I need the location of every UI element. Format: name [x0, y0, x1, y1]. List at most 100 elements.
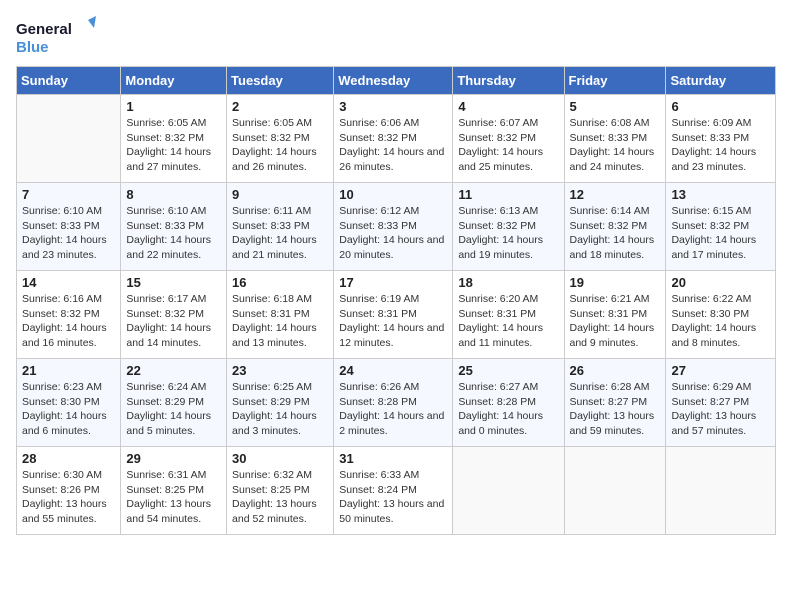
- weekday-header-friday: Friday: [564, 67, 666, 95]
- daylight: Daylight: 13 hours and 52 minutes.: [232, 498, 317, 525]
- daylight: Daylight: 14 hours and 18 minutes.: [570, 234, 655, 261]
- calendar-cell: 23 Sunrise: 6:25 AM Sunset: 8:29 PM Dayl…: [227, 359, 334, 447]
- day-number: 22: [126, 363, 221, 378]
- sunrise: Sunrise: 6:08 AM: [570, 117, 650, 129]
- day-number: 5: [570, 99, 661, 114]
- sunrise: Sunrise: 6:26 AM: [339, 381, 419, 393]
- day-info: Sunrise: 6:17 AM Sunset: 8:32 PM Dayligh…: [126, 292, 221, 351]
- day-number: 1: [126, 99, 221, 114]
- sunrise: Sunrise: 6:21 AM: [570, 293, 650, 305]
- day-info: Sunrise: 6:10 AM Sunset: 8:33 PM Dayligh…: [22, 204, 115, 263]
- day-info: Sunrise: 6:09 AM Sunset: 8:33 PM Dayligh…: [671, 116, 770, 175]
- day-number: 10: [339, 187, 447, 202]
- day-number: 19: [570, 275, 661, 290]
- calendar-week-5: 28 Sunrise: 6:30 AM Sunset: 8:26 PM Dayl…: [17, 447, 776, 535]
- logo-svg: General Blue: [16, 16, 96, 58]
- daylight: Daylight: 14 hours and 25 minutes.: [458, 146, 543, 173]
- daylight: Daylight: 14 hours and 6 minutes.: [22, 410, 107, 437]
- sunrise: Sunrise: 6:24 AM: [126, 381, 206, 393]
- sunset: Sunset: 8:28 PM: [339, 396, 417, 408]
- svg-text:Blue: Blue: [16, 39, 49, 56]
- daylight: Daylight: 14 hours and 27 minutes.: [126, 146, 211, 173]
- day-number: 28: [22, 451, 115, 466]
- daylight: Daylight: 14 hours and 23 minutes.: [22, 234, 107, 261]
- day-info: Sunrise: 6:11 AM Sunset: 8:33 PM Dayligh…: [232, 204, 328, 263]
- sunrise: Sunrise: 6:05 AM: [232, 117, 312, 129]
- daylight: Daylight: 14 hours and 19 minutes.: [458, 234, 543, 261]
- calendar-cell: 17 Sunrise: 6:19 AM Sunset: 8:31 PM Dayl…: [334, 271, 453, 359]
- daylight: Daylight: 14 hours and 13 minutes.: [232, 322, 317, 349]
- daylight: Daylight: 14 hours and 14 minutes.: [126, 322, 211, 349]
- calendar-cell: 7 Sunrise: 6:10 AM Sunset: 8:33 PM Dayli…: [17, 183, 121, 271]
- sunset: Sunset: 8:33 PM: [339, 220, 417, 232]
- day-info: Sunrise: 6:24 AM Sunset: 8:29 PM Dayligh…: [126, 380, 221, 439]
- day-number: 21: [22, 363, 115, 378]
- daylight: Daylight: 14 hours and 11 minutes.: [458, 322, 543, 349]
- daylight: Daylight: 13 hours and 59 minutes.: [570, 410, 655, 437]
- calendar-cell: 6 Sunrise: 6:09 AM Sunset: 8:33 PM Dayli…: [666, 95, 776, 183]
- calendar-cell: 30 Sunrise: 6:32 AM Sunset: 8:25 PM Dayl…: [227, 447, 334, 535]
- sunrise: Sunrise: 6:33 AM: [339, 469, 419, 481]
- day-number: 24: [339, 363, 447, 378]
- weekday-header-monday: Monday: [121, 67, 227, 95]
- sunset: Sunset: 8:33 PM: [126, 220, 204, 232]
- daylight: Daylight: 14 hours and 16 minutes.: [22, 322, 107, 349]
- day-info: Sunrise: 6:28 AM Sunset: 8:27 PM Dayligh…: [570, 380, 661, 439]
- calendar-cell: 12 Sunrise: 6:14 AM Sunset: 8:32 PM Dayl…: [564, 183, 666, 271]
- sunrise: Sunrise: 6:10 AM: [22, 205, 102, 217]
- sunset: Sunset: 8:24 PM: [339, 484, 417, 496]
- day-info: Sunrise: 6:05 AM Sunset: 8:32 PM Dayligh…: [126, 116, 221, 175]
- calendar-cell: [17, 95, 121, 183]
- sunrise: Sunrise: 6:27 AM: [458, 381, 538, 393]
- sunset: Sunset: 8:33 PM: [570, 132, 648, 144]
- sunrise: Sunrise: 6:31 AM: [126, 469, 206, 481]
- sunset: Sunset: 8:31 PM: [458, 308, 536, 320]
- page-header: General Blue: [16, 16, 776, 58]
- day-number: 31: [339, 451, 447, 466]
- sunset: Sunset: 8:32 PM: [458, 220, 536, 232]
- calendar-cell: 10 Sunrise: 6:12 AM Sunset: 8:33 PM Dayl…: [334, 183, 453, 271]
- sunset: Sunset: 8:26 PM: [22, 484, 100, 496]
- day-number: 25: [458, 363, 558, 378]
- calendar-week-4: 21 Sunrise: 6:23 AM Sunset: 8:30 PM Dayl…: [17, 359, 776, 447]
- svg-text:General: General: [16, 21, 72, 38]
- sunset: Sunset: 8:33 PM: [232, 220, 310, 232]
- calendar-cell: 14 Sunrise: 6:16 AM Sunset: 8:32 PM Dayl…: [17, 271, 121, 359]
- calendar-cell: 20 Sunrise: 6:22 AM Sunset: 8:30 PM Dayl…: [666, 271, 776, 359]
- day-number: 12: [570, 187, 661, 202]
- weekday-header-sunday: Sunday: [17, 67, 121, 95]
- sunrise: Sunrise: 6:09 AM: [671, 117, 751, 129]
- daylight: Daylight: 13 hours and 54 minutes.: [126, 498, 211, 525]
- calendar-table: SundayMondayTuesdayWednesdayThursdayFrid…: [16, 66, 776, 535]
- sunrise: Sunrise: 6:30 AM: [22, 469, 102, 481]
- sunset: Sunset: 8:25 PM: [232, 484, 310, 496]
- sunrise: Sunrise: 6:29 AM: [671, 381, 751, 393]
- sunset: Sunset: 8:33 PM: [671, 132, 749, 144]
- daylight: Daylight: 14 hours and 20 minutes.: [339, 234, 444, 261]
- daylight: Daylight: 13 hours and 55 minutes.: [22, 498, 107, 525]
- day-number: 23: [232, 363, 328, 378]
- day-number: 3: [339, 99, 447, 114]
- day-info: Sunrise: 6:33 AM Sunset: 8:24 PM Dayligh…: [339, 468, 447, 527]
- day-info: Sunrise: 6:05 AM Sunset: 8:32 PM Dayligh…: [232, 116, 328, 175]
- daylight: Daylight: 14 hours and 2 minutes.: [339, 410, 444, 437]
- daylight: Daylight: 14 hours and 22 minutes.: [126, 234, 211, 261]
- daylight: Daylight: 14 hours and 21 minutes.: [232, 234, 317, 261]
- sunset: Sunset: 8:31 PM: [232, 308, 310, 320]
- sunrise: Sunrise: 6:07 AM: [458, 117, 538, 129]
- day-info: Sunrise: 6:06 AM Sunset: 8:32 PM Dayligh…: [339, 116, 447, 175]
- sunrise: Sunrise: 6:16 AM: [22, 293, 102, 305]
- day-number: 13: [671, 187, 770, 202]
- weekday-header-thursday: Thursday: [453, 67, 564, 95]
- calendar-cell: 24 Sunrise: 6:26 AM Sunset: 8:28 PM Dayl…: [334, 359, 453, 447]
- day-number: 2: [232, 99, 328, 114]
- day-info: Sunrise: 6:10 AM Sunset: 8:33 PM Dayligh…: [126, 204, 221, 263]
- sunset: Sunset: 8:32 PM: [458, 132, 536, 144]
- sunrise: Sunrise: 6:06 AM: [339, 117, 419, 129]
- sunset: Sunset: 8:30 PM: [671, 308, 749, 320]
- calendar-week-1: 1 Sunrise: 6:05 AM Sunset: 8:32 PM Dayli…: [17, 95, 776, 183]
- sunset: Sunset: 8:31 PM: [570, 308, 648, 320]
- day-number: 4: [458, 99, 558, 114]
- sunrise: Sunrise: 6:05 AM: [126, 117, 206, 129]
- logo: General Blue: [16, 16, 96, 58]
